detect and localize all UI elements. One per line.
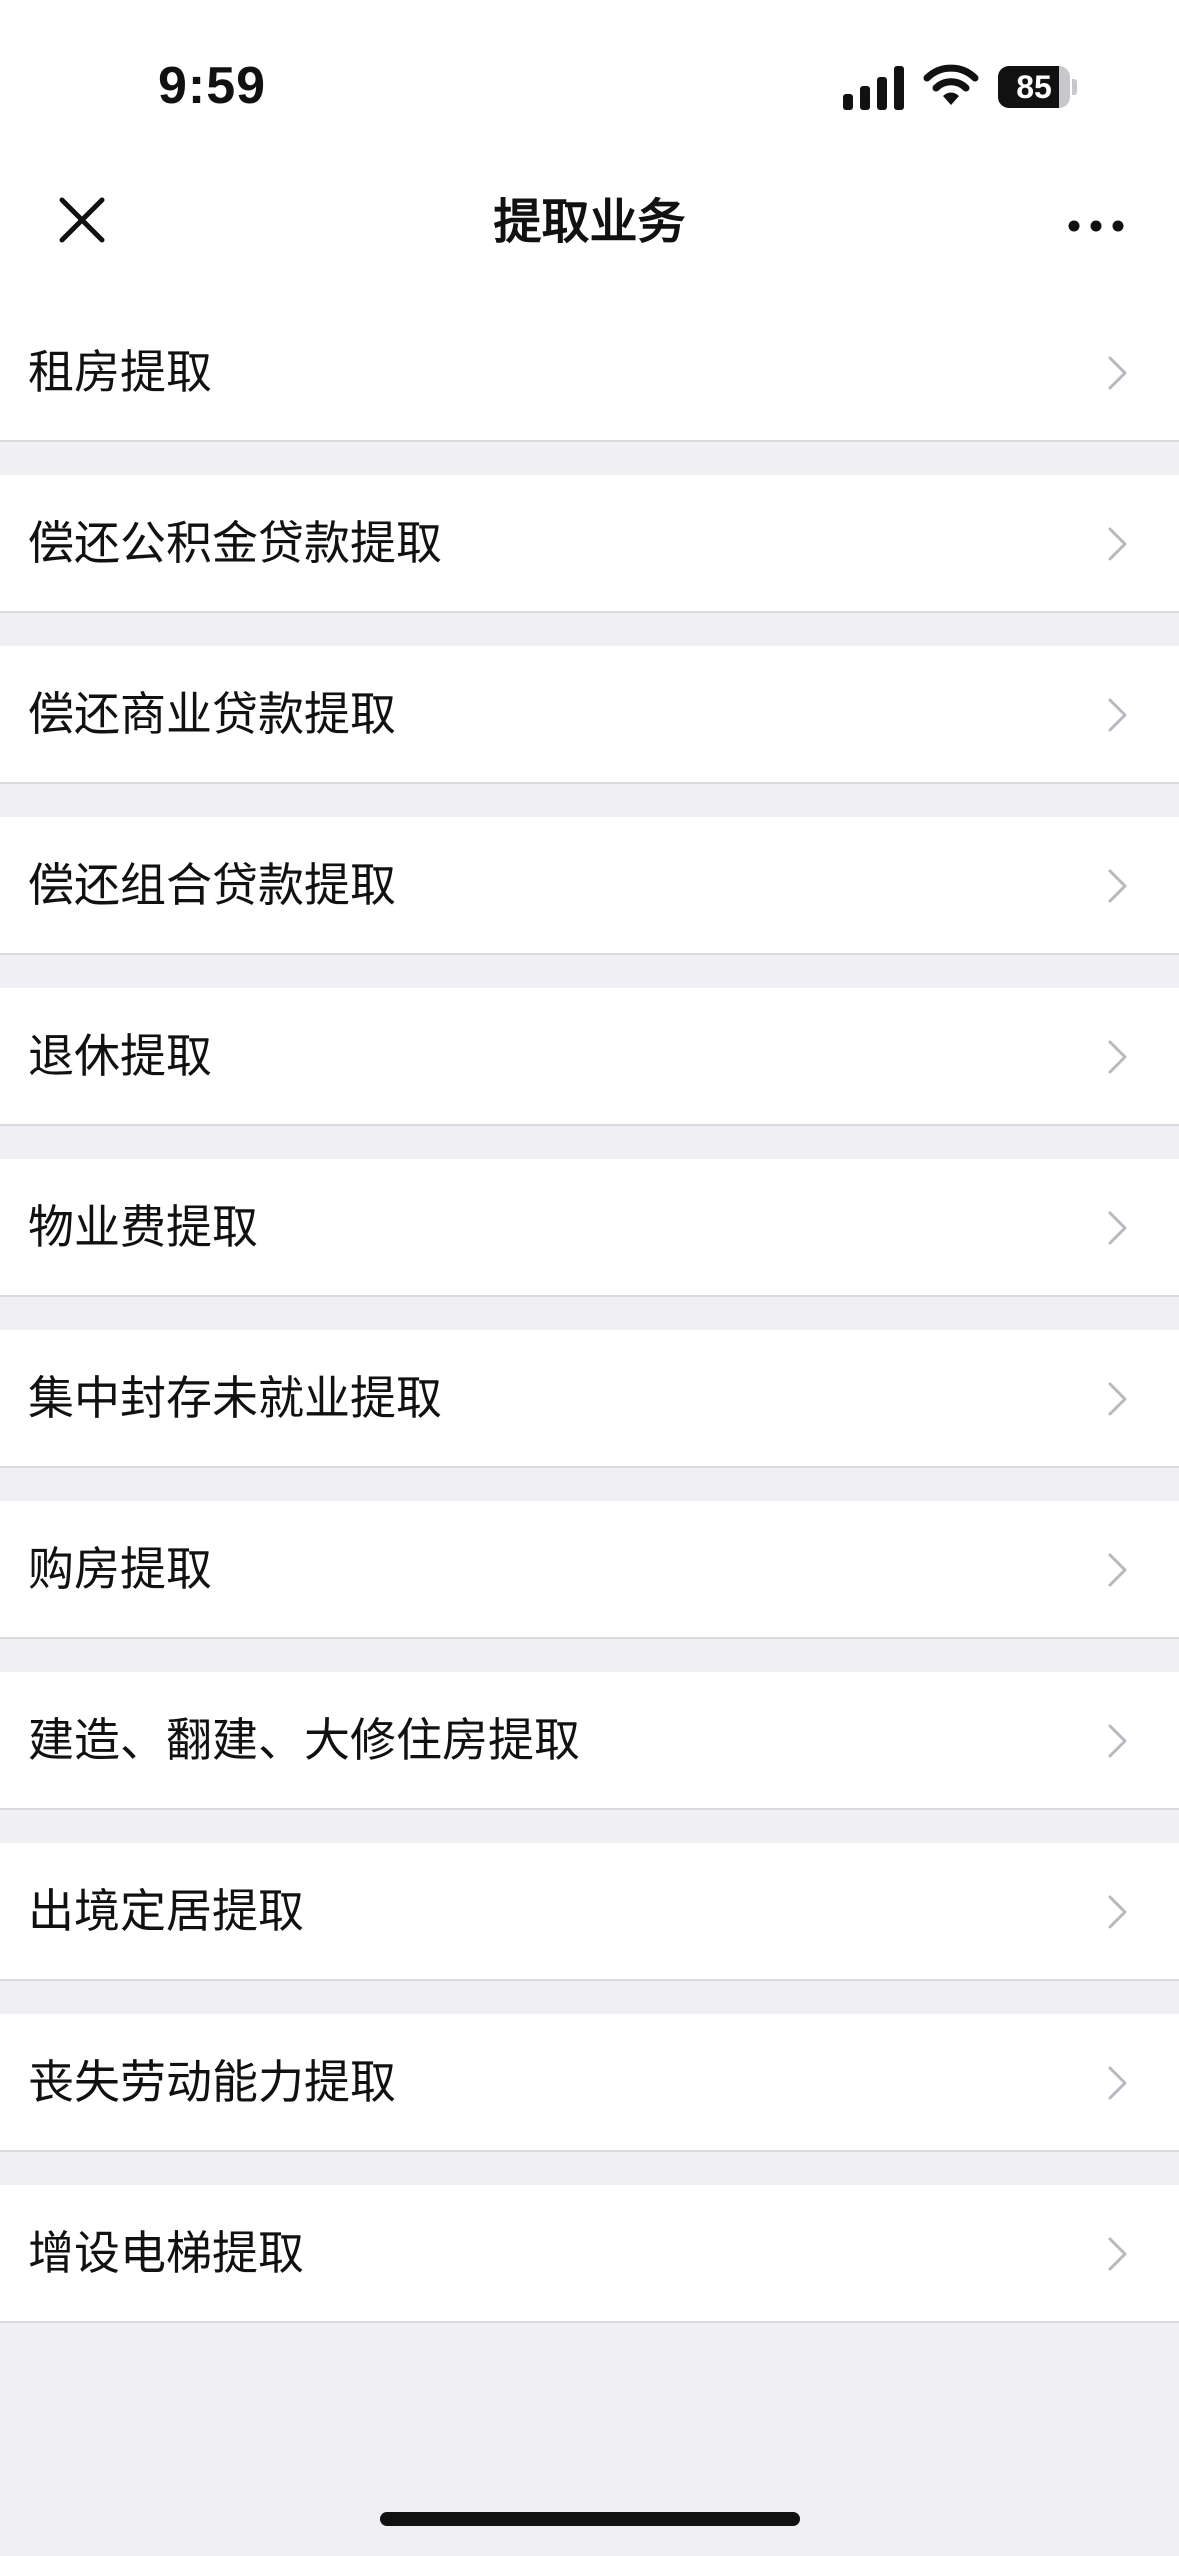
chevron-right-icon [1108, 1382, 1127, 1416]
chevron-right-icon [1108, 1724, 1127, 1758]
chevron-right-icon [1108, 698, 1127, 732]
menu-item[interactable]: 购房提取 [0, 1501, 1179, 1639]
menu-item-label: 偿还商业贷款提取 [28, 687, 396, 741]
menu-item-label: 出境定居提取 [28, 1884, 304, 1938]
chevron-right-icon [1108, 2066, 1127, 2100]
signal-icon [843, 66, 904, 110]
battery-percent: 85 [1016, 69, 1052, 105]
chevron-right-icon [1108, 869, 1127, 903]
menu-item[interactable]: 出境定居提取 [0, 1843, 1179, 1981]
menu-item[interactable]: 物业费提取 [0, 1159, 1179, 1297]
menu-item-label: 购房提取 [28, 1542, 212, 1596]
menu-item-label: 增设电梯提取 [28, 2226, 304, 2280]
menu-item[interactable]: 退休提取 [0, 988, 1179, 1126]
menu-item-label: 建造、翻建、大修住房提取 [28, 1713, 580, 1767]
menu-item[interactable]: 集中封存未就业提取 [0, 1330, 1179, 1468]
chevron-right-icon [1108, 1211, 1127, 1245]
menu-item-label: 偿还公积金贷款提取 [28, 516, 442, 570]
status-time: 9:59 [158, 57, 267, 115]
menu-item-label: 偿还组合贷款提取 [28, 858, 396, 912]
battery-icon: 85 [998, 66, 1077, 108]
menu-item-label: 租房提取 [28, 345, 212, 399]
chevron-right-icon [1108, 527, 1127, 561]
menu-item[interactable]: 丧失劳动能力提取 [0, 2014, 1179, 2152]
chevron-right-icon [1108, 356, 1127, 390]
menu-item-label: 集中封存未就业提取 [28, 1371, 442, 1425]
menu-item-label: 物业费提取 [28, 1200, 258, 1254]
menu-item-label: 退休提取 [28, 1029, 212, 1083]
menu-item[interactable]: 租房提取 [0, 304, 1179, 442]
more-icon[interactable] [1060, 190, 1132, 262]
chevron-right-icon [1108, 2237, 1127, 2271]
chevron-right-icon [1108, 1895, 1127, 1929]
top-bar: 9:59 85 提取业务 [0, 0, 1179, 304]
menu-item[interactable]: 建造、翻建、大修住房提取 [0, 1672, 1179, 1810]
chevron-right-icon [1108, 1040, 1127, 1074]
wifi-icon [923, 64, 979, 105]
page-title: 提取业务 [493, 194, 686, 250]
menu-item[interactable]: 偿还公积金贷款提取 [0, 475, 1179, 613]
menu-item-label: 丧失劳动能力提取 [28, 2055, 396, 2109]
home-indicator [380, 2512, 800, 2526]
menu-item[interactable]: 增设电梯提取 [0, 2185, 1179, 2323]
menu-item[interactable]: 偿还组合贷款提取 [0, 817, 1179, 955]
chevron-right-icon [1108, 1553, 1127, 1587]
menu-item[interactable]: 偿还商业贷款提取 [0, 646, 1179, 784]
